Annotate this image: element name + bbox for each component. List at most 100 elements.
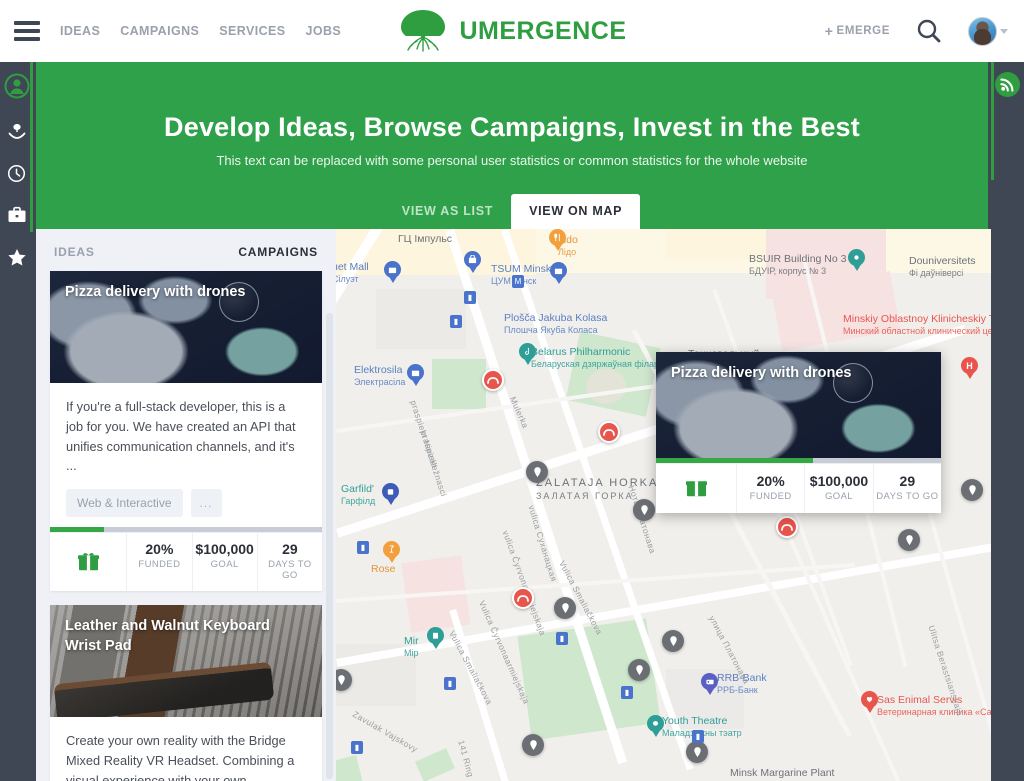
sidebar-item-jobs[interactable] [0,194,33,236]
sidebar-item-favorites[interactable] [0,236,33,278]
map-transit-marker[interactable]: ▮ [357,541,369,554]
stat-value: $100,000 [809,473,869,489]
map-transit-marker[interactable]: ▮ [621,686,633,699]
map-label-secondary: Ветеринарная клиника «Сас Энимал Сервис» [877,707,991,718]
map-label-primary: Douniversitets [909,255,976,267]
map-label: Minskiy Oblastnoy Klinicheskiy Tsentr...… [843,313,991,337]
map-pin-rose[interactable] [383,541,400,563]
stat-funded: 20% FUNDED [736,464,804,513]
map-canvas[interactable]: ГЦ ІмпульсLidoЛідоuet MallСілуэтTSUM Min… [336,229,991,781]
emerge-button[interactable]: + EMERGE [825,23,890,39]
sidebar-tab-ideas[interactable]: IDEAS [54,245,95,259]
map-label: Plošča Jakuba Kolasa Плошча Якуба Коласа [504,312,607,336]
tag-chip[interactable]: Web & Interactive [66,489,183,518]
stat-value: 20% [145,541,174,558]
map-pin-rrb-bank[interactable] [701,673,718,695]
card-title: Leather and Walnut Keyboard Wrist Pad [65,618,270,654]
map-poi[interactable] [662,630,684,652]
map-pin-hospital[interactable]: H [961,357,978,379]
brand-logo[interactable]: UMERGENCE [382,8,642,54]
page-title: Develop Ideas, Browse Campaigns, Invest … [164,112,860,142]
search-button[interactable] [912,14,946,48]
map-poi[interactable] [633,499,655,521]
map-pin-shop[interactable] [464,251,481,273]
map-pin-youth-theatre[interactable] [647,715,664,737]
map-pin-elektrosila[interactable] [407,364,424,386]
map-transit-marker[interactable]: ▮ [351,741,363,754]
brand-name: UMERGENCE [459,16,627,45]
nav-item-ideas[interactable]: IDEAS [60,24,100,38]
map-poi-campaign[interactable] [598,421,620,443]
popup-stats: 20% FUNDED $100,000 GOAL 29 DAYS TO GO [656,463,941,513]
map-metro-marker[interactable]: M [512,275,524,288]
list-item[interactable]: Pizza delivery with drones If you're a f… [50,271,322,592]
map-pin-vet-clinic[interactable] [861,691,878,713]
map-pin-philharmonic[interactable] [519,343,536,365]
map-transit-marker[interactable]: ▮ [464,291,476,304]
rail-accent-bar [30,62,33,232]
map-pin-lido[interactable] [549,229,566,251]
map-popup-card[interactable]: Pizza delivery with drones 20% FUNDED $1… [656,352,941,513]
map-poi-campaign[interactable] [482,369,504,391]
map-label-primary: Minskiy Oblastnoy Klinicheskiy Tsentr... [843,313,991,325]
map-poi[interactable] [522,734,544,756]
map-transit-marker[interactable]: ▮ [692,730,704,743]
map-poi[interactable] [628,659,650,681]
header-actions: + EMERGE [825,14,1008,48]
map-label-secondary: Сілуэт [336,274,359,285]
tab-view-as-list[interactable]: VIEW AS LIST [384,194,511,229]
rss-feed-icon [1000,78,1014,92]
clock-check-icon [7,164,26,182]
sidebar-item-ideas[interactable] [0,110,33,152]
hamburger-menu-icon[interactable] [14,21,40,41]
list-item[interactable]: Leather and Walnut Keyboard Wrist Pad Cr… [50,605,322,781]
gift-cell [50,533,126,591]
map-area [586,369,626,404]
map-pin-mall[interactable] [384,261,401,283]
stat-funded: 20% FUNDED [126,533,191,592]
map-poi-zalataja-horka[interactable] [526,461,548,483]
map-label: Garfild' Гарфілд [341,483,375,507]
tree-logo-icon [401,10,446,52]
map-pin-garfild[interactable] [382,483,399,505]
map-poi-campaign[interactable] [512,587,534,609]
map-transit-marker[interactable]: ▮ [444,677,456,690]
rss-feed-button[interactable] [995,72,1020,97]
map-poi[interactable] [961,479,983,501]
map-label: Minsk Margarine Plant [730,767,834,780]
map-poi[interactable] [898,529,920,551]
stat-label: FUNDED [138,559,181,571]
map-label-primary: Rose [371,563,396,575]
sidebar-scrollbar[interactable] [326,313,333,779]
map-label-secondary: Электрасіла [354,377,406,388]
user-menu[interactable] [968,16,1008,46]
nav-item-campaigns[interactable]: CAMPAIGNS [120,24,199,38]
nav-item-services[interactable]: SERVICES [219,24,285,38]
map-pin-tsum[interactable] [550,262,567,284]
map-poi[interactable] [554,597,576,619]
card-body: If you're a full-stack developer, this i… [50,383,322,527]
tab-view-on-map[interactable]: VIEW ON MAP [511,194,641,229]
gift-icon [77,552,99,571]
tag-chip-more[interactable]: ... [190,489,222,518]
sidebar-tab-campaigns[interactable]: CAMPAIGNS [238,245,318,259]
map-label: Sas Enimal Servis Ветеринарная клиника «С… [877,694,991,718]
map-label: ГЦ Імпульс [398,233,452,246]
wrist-pad-shape [54,661,275,718]
map-poi-campaign-selected[interactable] [776,516,798,538]
sidebar-item-activity[interactable] [0,152,33,194]
map-label: BSUIR Building No 3 БДУІР, корпус № 3 [749,253,846,277]
map-pin-mir[interactable] [427,627,444,649]
map-transit-marker[interactable]: ▮ [556,632,568,645]
top-header: IDEAS CAMPAIGNS SERVICES JOBS UMERGENCE … [0,0,1024,62]
map-label-primary: ГЦ Імпульс [398,233,453,245]
nav-item-jobs[interactable]: JOBS [305,24,341,38]
sidebar-item-profile[interactable] [0,62,33,110]
map-poi-margarine-plant[interactable] [686,741,708,763]
map-label-secondary: Фі даўніверсі [909,268,964,279]
map-pin-bsuir[interactable] [848,249,865,271]
map-label-primary: BSUIR Building No 3 [749,253,847,265]
map-transit-marker[interactable]: ▮ [450,315,462,328]
campaign-list-sidebar[interactable]: IDEAS CAMPAIGNS Pizza delivery with dron… [36,229,336,781]
right-icon-rail [991,62,1024,781]
